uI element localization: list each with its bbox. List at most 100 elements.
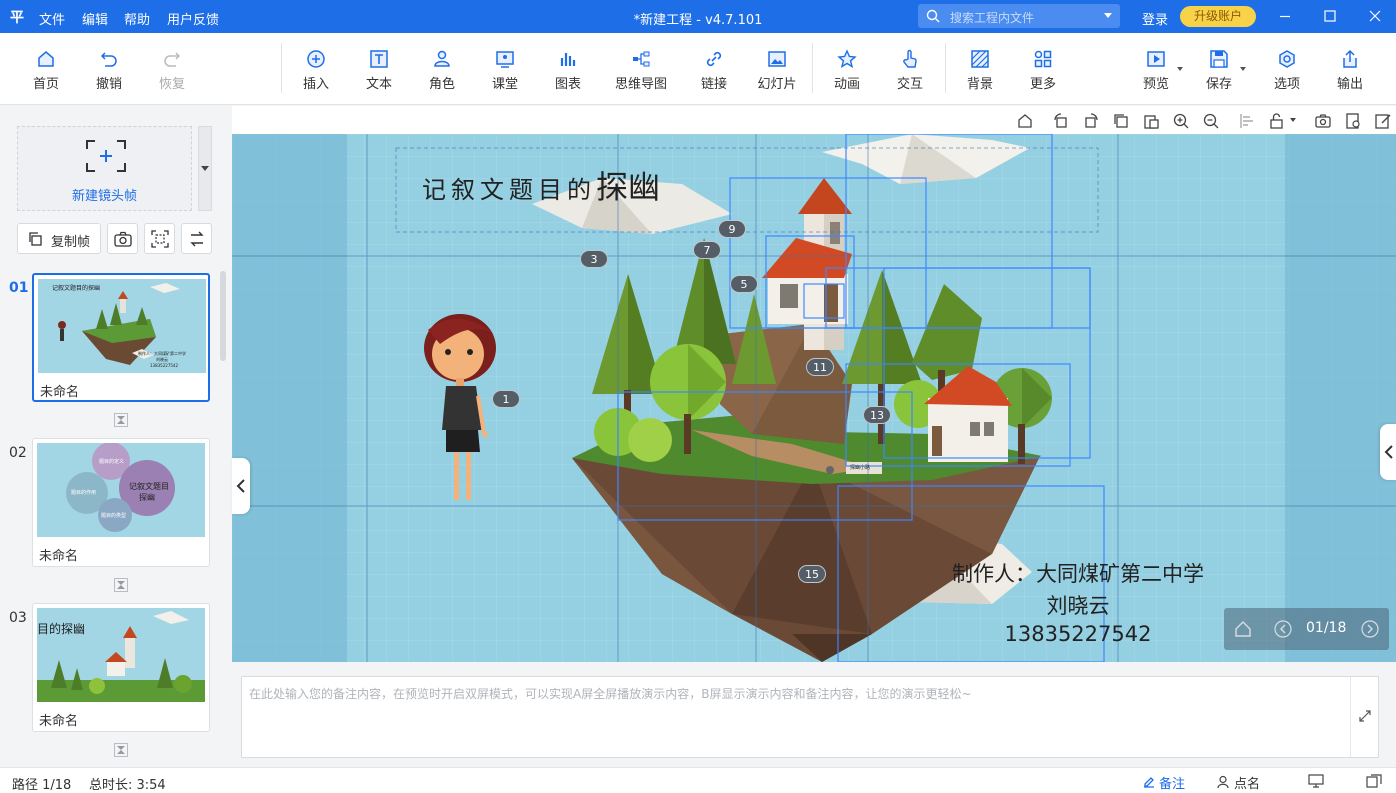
lock-icon[interactable] xyxy=(1268,112,1286,130)
home-icon xyxy=(38,51,54,67)
frame-number: 02 xyxy=(9,445,27,461)
frame-transition-toggle[interactable] xyxy=(114,413,128,427)
role-label: 角色 xyxy=(428,77,455,92)
redo-icon xyxy=(164,52,181,67)
path-marker-3[interactable]: 3 xyxy=(580,250,608,268)
collapse-right-panel[interactable] xyxy=(1380,424,1396,480)
window-mode-icon[interactable] xyxy=(1366,774,1382,788)
frame-thumbnail-02[interactable]: 题目的定义 题目的作用 记叙文题目 探幽 题目的类型 未命名 xyxy=(32,438,210,567)
menu-edit[interactable]: 编辑 xyxy=(82,9,108,28)
zoom-out-icon[interactable] xyxy=(1202,112,1220,130)
path-marker-1[interactable]: 1 xyxy=(492,390,520,408)
app-logo: 平 xyxy=(10,10,24,26)
slide-phone[interactable]: 13835227542 xyxy=(918,622,1238,646)
menu-file[interactable]: 文件 xyxy=(39,9,65,28)
settings-doc-icon[interactable] xyxy=(1344,112,1362,130)
path-marker-15[interactable]: 15 xyxy=(798,565,826,583)
chevron-down-icon[interactable] xyxy=(1104,13,1112,18)
home-button[interactable]: 首页 xyxy=(18,33,74,105)
preview-dropdown-icon[interactable] xyxy=(1177,67,1183,71)
mindmap-button[interactable]: 思维导图 xyxy=(612,33,670,105)
slide-stage[interactable]: 记叙文题目的探幽 制作人：大同煤矿第二中学 刘晓云 13835227542 探幽… xyxy=(232,134,1396,662)
animation-button[interactable]: 动画 xyxy=(819,33,875,105)
screen-icon[interactable] xyxy=(1308,774,1324,788)
paste-icon[interactable] xyxy=(1142,112,1160,130)
align-left-icon[interactable] xyxy=(1238,112,1256,130)
path-marker-5[interactable]: 5 xyxy=(730,275,758,293)
collapse-left-panel[interactable] xyxy=(232,458,250,514)
expand-notes-button[interactable] xyxy=(1350,677,1378,757)
frame-transition-toggle[interactable] xyxy=(114,743,128,757)
screenshot-icon[interactable] xyxy=(1314,112,1332,130)
search-input[interactable]: 搜索工程内文件 xyxy=(950,9,1034,26)
copy-frame-button[interactable]: 复制帧 xyxy=(17,223,101,254)
chevron-down-icon[interactable] xyxy=(1290,118,1296,122)
chart-button[interactable]: 图表 xyxy=(540,33,596,105)
menu-feedback[interactable]: 用户反馈 xyxy=(167,9,219,28)
slide-title[interactable]: 记叙文题目的探幽 xyxy=(422,162,660,208)
home-view-icon[interactable] xyxy=(1016,112,1034,130)
maximize-button[interactable] xyxy=(1315,0,1345,33)
notes-area[interactable]: 在此处输入您的备注内容，在预览时开启双屏模式，可以实现A屏全屏播放演示内容，B屏… xyxy=(241,676,1379,758)
frame-name: 未命名 xyxy=(39,714,79,729)
path-status: 路径 1/18 xyxy=(12,778,72,793)
background-icon xyxy=(971,50,989,68)
upgrade-button[interactable]: 升级账户 xyxy=(1180,6,1256,27)
reorder-button[interactable] xyxy=(181,223,212,254)
person-icon xyxy=(1217,775,1229,789)
copy-icon[interactable] xyxy=(1112,112,1130,130)
next-icon[interactable] xyxy=(1361,620,1379,638)
frames-panel: 新建镜头帧 复制帧 01 记叙文题目的探幽 制作人：大同煤矿第二中学 刘晓云 1… xyxy=(0,106,232,767)
thumbnail-title: 目的探幽 xyxy=(37,622,86,636)
redo-button[interactable]: 恢复 xyxy=(144,33,200,105)
link-button[interactable]: 链接 xyxy=(686,33,742,105)
save-dropdown-icon[interactable] xyxy=(1240,67,1246,71)
rotate-left-icon[interactable] xyxy=(1052,112,1070,130)
menu-help[interactable]: 帮助 xyxy=(124,9,150,28)
login-button[interactable]: 登录 xyxy=(1142,9,1168,28)
new-frame-button[interactable]: 新建镜头帧 xyxy=(17,126,192,211)
camera-button[interactable] xyxy=(107,223,138,254)
save-label: 保存 xyxy=(1205,77,1232,92)
close-button[interactable] xyxy=(1360,0,1390,33)
path-marker-7[interactable]: 7 xyxy=(693,241,721,259)
path-marker-13[interactable]: 13 xyxy=(863,406,891,424)
preview-button[interactable]: 预览 xyxy=(1128,33,1184,105)
prev-icon[interactable] xyxy=(1274,620,1292,638)
frame-capture-button[interactable] xyxy=(144,223,175,254)
link-label: 链接 xyxy=(700,77,727,92)
options-button[interactable]: 选项 xyxy=(1259,33,1315,105)
slide-author-name[interactable]: 刘晓云 xyxy=(918,590,1238,620)
frames-scrollbar[interactable] xyxy=(220,271,226,361)
new-frame-dropdown[interactable] xyxy=(198,126,212,211)
mindmap-label: 思维导图 xyxy=(614,77,667,92)
frame-thumbnail-03[interactable]: 目的探幽 未命名 xyxy=(32,603,210,732)
rotate-right-icon[interactable] xyxy=(1082,112,1100,130)
text-button[interactable]: 文本 xyxy=(351,33,407,105)
classroom-button[interactable]: 课堂 xyxy=(477,33,533,105)
undo-button[interactable]: 撤销 xyxy=(81,33,137,105)
minimize-button[interactable] xyxy=(1270,0,1300,33)
role-button[interactable]: 角色 xyxy=(414,33,470,105)
notes-input[interactable]: 在此处输入您的备注内容，在预览时开启双屏模式，可以实现A屏全屏播放演示内容，B屏… xyxy=(249,685,972,702)
path-marker-11[interactable]: 11 xyxy=(806,358,834,376)
export-button[interactable]: 输出 xyxy=(1322,33,1378,105)
interaction-button[interactable]: 交互 xyxy=(882,33,938,105)
text-icon xyxy=(370,50,388,68)
canvas-toolbar xyxy=(232,106,1396,134)
save-button[interactable]: 保存 xyxy=(1191,33,1247,105)
project-search[interactable]: 搜索工程内文件 xyxy=(918,4,1120,28)
frame-thumbnail-01[interactable]: 记叙文题目的探幽 制作人：大同煤矿第二中学 刘晓云 13835227542 未命… xyxy=(32,273,210,402)
zoom-in-icon[interactable] xyxy=(1172,112,1190,130)
insert-button[interactable]: 插入 xyxy=(288,33,344,105)
plus-circle-icon xyxy=(307,50,325,68)
background-button[interactable]: 背景 xyxy=(952,33,1008,105)
slide-author[interactable]: 制作人：大同煤矿第二中学 xyxy=(918,558,1238,588)
slides-button[interactable]: 幻灯片 xyxy=(749,33,805,105)
more-button[interactable]: 更多 xyxy=(1015,33,1071,105)
home-icon[interactable] xyxy=(1234,620,1252,638)
frame-name: 未命名 xyxy=(40,385,80,400)
edit-icon[interactable] xyxy=(1374,112,1392,130)
path-marker-9[interactable]: 9 xyxy=(718,220,746,238)
frame-transition-toggle[interactable] xyxy=(114,578,128,592)
